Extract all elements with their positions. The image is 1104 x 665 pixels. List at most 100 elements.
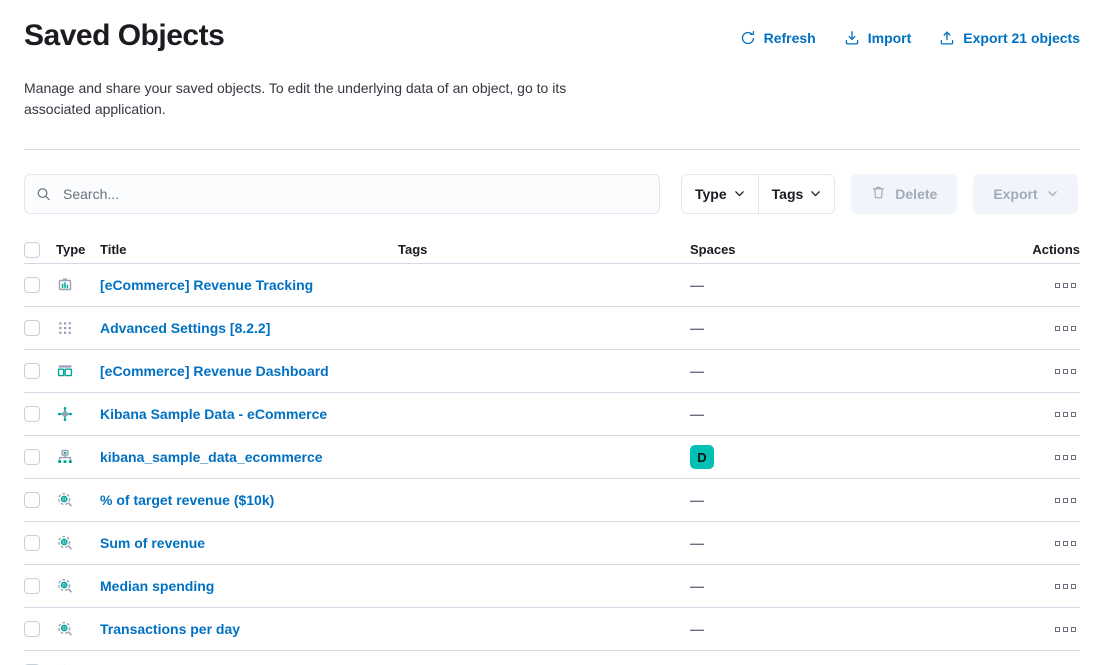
row-select-cell (24, 320, 56, 336)
chevron-down-icon (1047, 186, 1058, 202)
row-checkbox[interactable] (24, 363, 40, 379)
spaces-empty: — (690, 621, 704, 637)
row-actions-menu-icon[interactable] (1051, 494, 1080, 507)
spaces-empty: — (690, 578, 704, 594)
filter-button-group: Type Tags (681, 174, 836, 214)
row-actions-cell (1020, 451, 1080, 464)
row-actions-menu-icon[interactable] (1051, 580, 1080, 593)
page-description: Manage and share your saved objects. To … (24, 80, 567, 117)
row-actions-cell (1020, 365, 1080, 378)
import-icon (844, 30, 860, 46)
row-checkbox[interactable] (24, 535, 40, 551)
delete-button[interactable]: Delete (851, 174, 958, 214)
column-header-actions: Actions (1032, 242, 1080, 257)
row-title-link[interactable]: Median spending (100, 578, 214, 594)
import-button[interactable]: Import (844, 30, 912, 46)
table-row: Kibana Sample Data - eCommerce — (24, 393, 1080, 436)
row-title-cell: Sum of revenue (100, 535, 398, 551)
index-pattern-icon (56, 405, 100, 423)
column-header-tags: Tags (398, 242, 428, 257)
canvas-icon (56, 276, 100, 294)
spaces-empty: — (690, 535, 704, 551)
row-title-link[interactable]: [eCommerce] Revenue Tracking (100, 277, 313, 293)
tags-filter-label: Tags (771, 186, 804, 202)
search-input[interactable] (24, 174, 660, 214)
page-title: Saved Objects (24, 19, 225, 52)
spaces-empty: — (690, 406, 704, 422)
row-title-cell: % of target revenue ($10k) (100, 492, 398, 508)
row-select-cell (24, 449, 56, 465)
type-filter-button[interactable]: Type (682, 175, 758, 213)
row-actions-menu-icon[interactable] (1051, 279, 1080, 292)
row-actions-menu-icon[interactable] (1051, 365, 1080, 378)
lens-icon (56, 534, 100, 552)
table-row: [eCommerce] Revenue Dashboard — (24, 350, 1080, 393)
delete-label: Delete (895, 186, 938, 202)
row-title-cell: Transactions per day (100, 621, 398, 637)
refresh-label: Refresh (763, 30, 816, 46)
table-controls: Type Tags Delete Export (24, 174, 1080, 214)
row-spaces-cell: — (690, 536, 1020, 550)
row-title-link[interactable]: kibana_sample_data_ecommerce (100, 449, 323, 465)
tags-filter-button[interactable]: Tags (757, 175, 835, 213)
advanced-settings-icon (56, 319, 100, 337)
row-spaces-cell: — (690, 364, 1020, 378)
row-title-cell: kibana_sample_data_ecommerce (100, 449, 398, 465)
row-actions-menu-icon[interactable] (1051, 408, 1080, 421)
header-actions: Refresh Import Export 21 objects (740, 16, 1080, 46)
row-actions-menu-icon[interactable] (1051, 623, 1080, 636)
export-objects-button[interactable]: Export 21 objects (939, 30, 1080, 46)
row-checkbox[interactable] (24, 621, 40, 637)
row-checkbox[interactable] (24, 406, 40, 422)
row-select-cell (24, 277, 56, 293)
search-source-icon (56, 448, 100, 466)
table-row: Advanced Settings [8.2.2] — (24, 307, 1080, 350)
row-select-cell (24, 363, 56, 379)
table-row: Sum of revenue — (24, 522, 1080, 565)
table-row: % of target revenue ($10k) — (24, 479, 1080, 522)
row-actions-cell (1020, 537, 1080, 550)
row-select-cell (24, 406, 56, 422)
row-checkbox[interactable] (24, 449, 40, 465)
row-title-link[interactable]: Transactions per day (100, 621, 240, 637)
export-dropdown-button[interactable]: Export (973, 174, 1078, 214)
row-spaces-cell: — (690, 622, 1020, 636)
select-all-checkbox[interactable] (24, 241, 40, 258)
table-row: Median spending — (24, 565, 1080, 608)
type-filter-label: Type (695, 186, 727, 202)
row-spaces-cell: — (690, 493, 1020, 507)
row-spaces-cell: — (690, 579, 1020, 593)
row-actions-menu-icon[interactable] (1051, 322, 1080, 335)
page-header: Saved Objects Refresh Import Export 21 o… (0, 0, 1104, 56)
row-checkbox[interactable] (24, 492, 40, 508)
table-row: Transactions per day — (24, 608, 1080, 651)
row-title-cell: Kibana Sample Data - eCommerce (100, 406, 398, 422)
row-title-cell: [eCommerce] Revenue Tracking (100, 277, 398, 293)
row-actions-cell (1020, 580, 1080, 593)
saved-objects-page: Saved Objects Refresh Import Export 21 o… (0, 0, 1104, 665)
row-checkbox[interactable] (24, 578, 40, 594)
refresh-button[interactable]: Refresh (740, 30, 816, 46)
row-title-link[interactable]: Kibana Sample Data - eCommerce (100, 406, 327, 422)
column-header-type: Type (56, 242, 86, 257)
refresh-icon (740, 30, 756, 46)
lens-icon (56, 491, 100, 509)
row-title-link[interactable]: [eCommerce] Revenue Dashboard (100, 363, 329, 379)
chevron-down-icon (810, 186, 821, 202)
row-checkbox[interactable] (24, 320, 40, 336)
row-actions-menu-icon[interactable] (1051, 451, 1080, 464)
row-spaces-cell: — (690, 278, 1020, 292)
row-title-link[interactable]: Advanced Settings [8.2.2] (100, 320, 270, 336)
column-header-spaces: Spaces (690, 242, 736, 257)
import-label: Import (867, 30, 912, 46)
row-title-link[interactable]: Sum of revenue (100, 535, 205, 551)
spaces-empty: — (690, 363, 704, 379)
search-field-wrapper (24, 174, 660, 214)
row-title-link[interactable]: % of target revenue ($10k) (100, 492, 274, 508)
space-badge[interactable]: D (690, 445, 714, 469)
spaces-empty: — (690, 492, 704, 508)
row-checkbox[interactable] (24, 277, 40, 293)
saved-objects-table: Type Title Tags Spaces Actions [eCommerc… (24, 236, 1080, 665)
lens-icon (56, 577, 100, 595)
row-actions-menu-icon[interactable] (1051, 537, 1080, 550)
